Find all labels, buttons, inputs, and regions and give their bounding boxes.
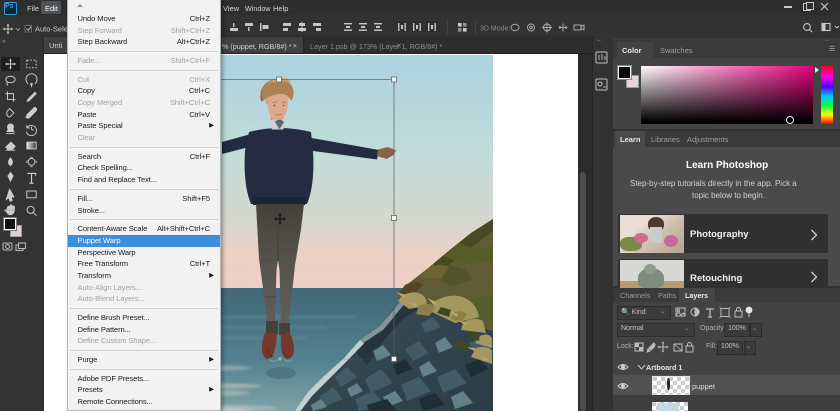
- svg-text:3D Mode:: 3D Mode:: [480, 26, 510, 33]
- svg-text:Auto-Sele: Auto-Sele: [35, 25, 68, 34]
